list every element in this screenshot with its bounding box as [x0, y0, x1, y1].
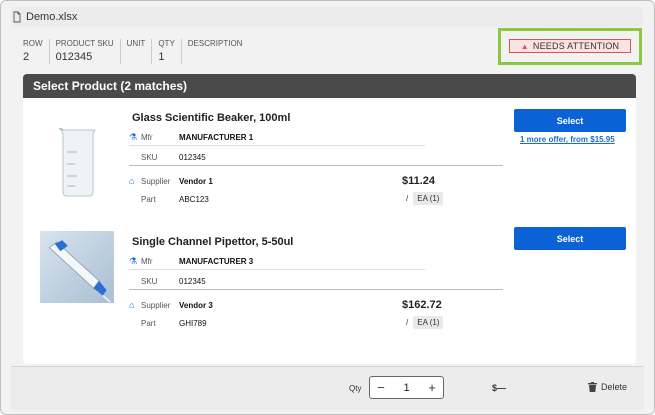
sku-label: SKU [141, 153, 158, 162]
col-value: 2 [23, 50, 30, 63]
supplier-label: Supplier [141, 300, 171, 310]
beaker-image [37, 122, 117, 200]
uom-slash: / [406, 318, 409, 327]
supplier-value: Vendor 3 [179, 300, 213, 310]
line-footer: Qty − 1 + $— Delete [11, 366, 644, 410]
mfr-label: Mfr [141, 133, 153, 142]
col-header: QTY [158, 39, 175, 48]
file-name: Demo.xlsx [26, 11, 78, 23]
select-button[interactable]: Select [514, 227, 626, 250]
plus-button[interactable]: + [427, 380, 437, 395]
supplier-value: Vendor 1 [179, 176, 213, 186]
mfr-row: ⚗ Mfr MANUFACTURER 1 [129, 132, 253, 143]
trash-icon [588, 382, 597, 392]
pipettor-image [40, 231, 114, 303]
more-offers-link[interactable]: 1 more offer, from $15.95 [520, 135, 615, 144]
panel-title: Select Product (2 matches) [23, 74, 636, 98]
tag-icon: ⌂ [129, 300, 135, 310]
sku-value: 012345 [179, 277, 206, 286]
sku-value: 012345 [179, 153, 206, 162]
col-value: 1 [158, 50, 165, 63]
product-card: Glass Scientific Beaker, 100ml ⚗ Mfr MAN… [23, 98, 636, 222]
sku-row: SKU 012345 [129, 277, 206, 286]
product-card: Single Channel Pipettor, 5-50ul ⚗ Mfr MA… [23, 222, 636, 346]
flask-icon: ⚗ [129, 256, 138, 266]
tag-icon: ⌂ [129, 176, 135, 186]
status-text: NEEDS ATTENTION [532, 41, 620, 51]
divider [129, 269, 425, 270]
product-title[interactable]: Glass Scientific Beaker, 100ml [132, 112, 290, 124]
sku-row: SKU 012345 [129, 153, 206, 162]
mfr-label: Mfr [141, 257, 153, 266]
file-icon [13, 11, 21, 23]
select-button[interactable]: Select [514, 109, 626, 132]
divider [129, 165, 503, 166]
col-header: DESCRIPTION [187, 39, 243, 48]
col-header: ROW [23, 39, 43, 48]
divider [129, 145, 425, 146]
supplier-label: Supplier [141, 176, 171, 186]
col-qty: QTY 1 [151, 39, 180, 64]
col-unit: UNIT [119, 39, 152, 64]
qty-label: Qty [349, 384, 362, 393]
mfr-row: ⚗ Mfr MANUFACTURER 3 [129, 256, 253, 267]
line-total: $— [492, 383, 507, 393]
quantity-value[interactable]: 1 [403, 382, 409, 394]
price: $162.72 [402, 299, 442, 311]
part-row: Part ABC123 [129, 195, 209, 204]
col-product-sku: PRODUCT SKU 012345 [48, 39, 120, 64]
col-header: UNIT [126, 39, 146, 48]
quantity-stepper[interactable]: − 1 + [369, 376, 444, 399]
flask-icon: ⚗ [129, 132, 138, 142]
supplier-row: ⌂ Supplier Vendor 1 [129, 176, 213, 186]
delete-label[interactable]: Delete [601, 382, 627, 392]
divider [129, 289, 503, 290]
part-row: Part GHI789 [129, 319, 207, 328]
part-label: Part [141, 319, 156, 328]
unit-of-measure: / EA (1) [406, 192, 444, 205]
part-value: ABC123 [179, 195, 209, 204]
app-window: Demo.xlsx ROW 2 PRODUCT SKU 012345 UNIT … [0, 0, 655, 415]
minus-button[interactable]: − [376, 380, 386, 395]
col-value: 012345 [55, 50, 93, 63]
mfr-value: MANUFACTURER 3 [179, 257, 254, 266]
col-row: ROW 2 [23, 39, 49, 64]
delete-button[interactable]: Delete [588, 382, 627, 392]
select-product-panel: Select Product (2 matches) Glass Scienti… [23, 74, 636, 364]
supplier-row: ⌂ Supplier Vendor 3 [129, 300, 213, 310]
line-columns: ROW 2 PRODUCT SKU 012345 UNIT QTY 1 DESC… [23, 39, 248, 64]
uom-slash: / [406, 194, 409, 203]
price: $11.24 [402, 175, 436, 187]
col-description: DESCRIPTION [180, 39, 249, 64]
part-value: GHI789 [179, 319, 207, 328]
uom-chip: EA (1) [413, 192, 444, 205]
col-header: PRODUCT SKU [55, 39, 114, 48]
unit-of-measure: / EA (1) [406, 316, 444, 329]
mfr-value: MANUFACTURER 1 [179, 133, 254, 142]
sku-label: SKU [141, 277, 158, 286]
status-badge: ▲ NEEDS ATTENTION [509, 39, 631, 53]
warning-icon: ▲ [520, 41, 529, 51]
part-label: Part [141, 195, 156, 204]
uom-chip: EA (1) [413, 316, 444, 329]
file-tab[interactable]: Demo.xlsx [11, 7, 643, 27]
product-title[interactable]: Single Channel Pipettor, 5-50ul [132, 236, 293, 248]
